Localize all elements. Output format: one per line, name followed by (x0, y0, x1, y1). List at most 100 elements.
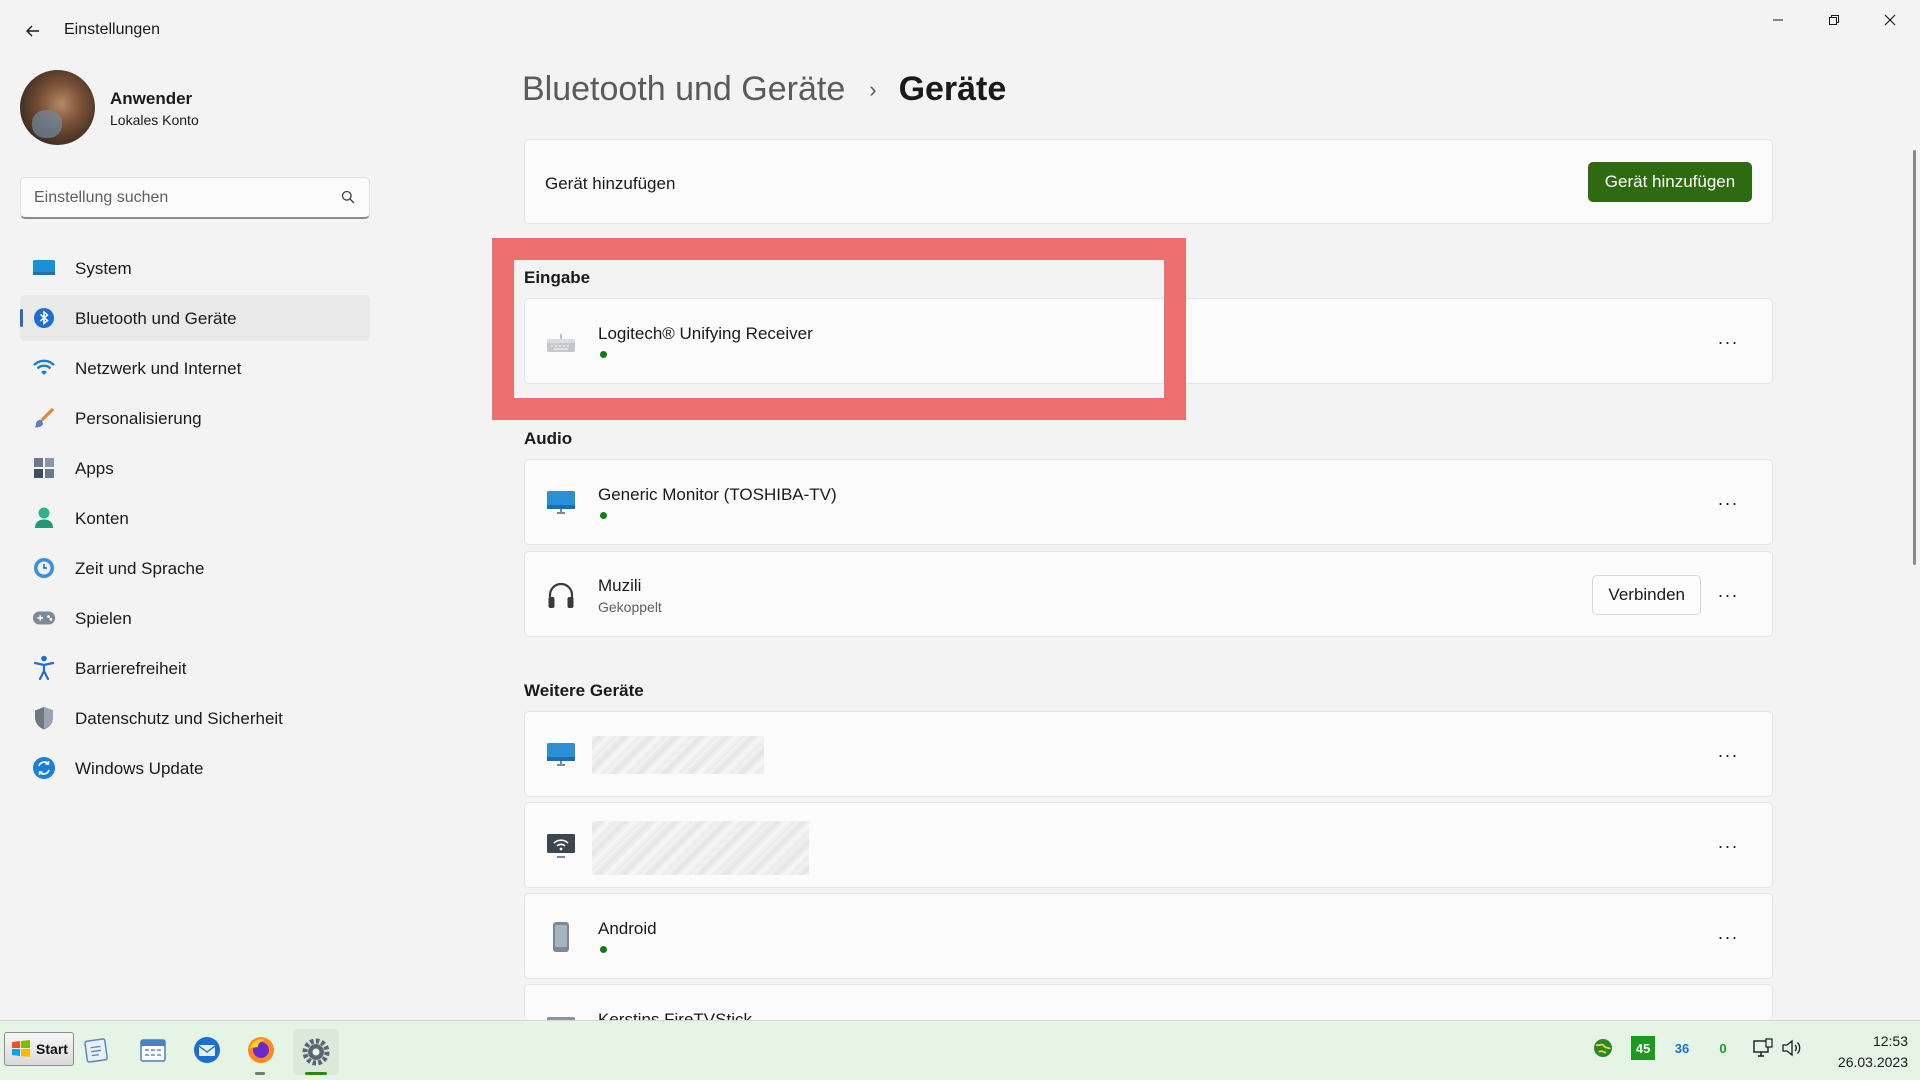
sidebar-item-system[interactable]: System (20, 245, 370, 291)
device-name: Generic Monitor (TOSHIBA-TV) (598, 485, 837, 504)
device-row[interactable]: Android ··· (524, 893, 1773, 979)
tray-counter-b[interactable]: 36 (1670, 1036, 1694, 1060)
more-options-button[interactable]: ··· (1712, 921, 1744, 953)
network-globe-icon[interactable] (1588, 1036, 1618, 1060)
update-icon (32, 756, 56, 780)
close-button[interactable] (1862, 0, 1918, 40)
breadcrumb-parent[interactable]: Bluetooth und Geräte (522, 70, 845, 109)
device-row[interactable]: Logitech® Unifying Receiver ··· (524, 298, 1773, 384)
device-name: Logitech® Unifying Receiver (598, 324, 813, 343)
monitor-icon (545, 739, 577, 771)
sidebar-item-apps[interactable]: Apps (20, 445, 370, 491)
monitor-icon (545, 487, 577, 519)
user-name: Anwender (110, 89, 193, 108)
redacted-device-name (592, 821, 809, 875)
sidebar-item-label: System (75, 259, 132, 278)
title-bar: Einstellungen (0, 0, 1920, 60)
sidebar-item-label: Konten (75, 509, 129, 528)
clock-globe-icon (32, 556, 56, 580)
device-status: Gekoppelt (598, 599, 662, 615)
device-row[interactable]: ··· (524, 802, 1773, 888)
tv-icon (545, 1012, 577, 1020)
sidebar-item-time-language[interactable]: Zeit und Sprache (20, 545, 370, 591)
more-options-button[interactable]: ··· (1712, 487, 1744, 519)
running-indicator (255, 1072, 265, 1075)
add-device-button[interactable]: Gerät hinzufügen (1588, 162, 1752, 202)
section-title-input: Eingabe (524, 268, 591, 287)
settings-icon[interactable] (293, 1029, 339, 1075)
device-name: Android (598, 919, 657, 938)
phone-icon (545, 921, 577, 953)
avatar[interactable] (20, 70, 95, 145)
gamepad-icon (32, 606, 56, 630)
device-row[interactable]: ··· (524, 711, 1773, 797)
breadcrumb-separator: › (869, 76, 877, 102)
bluetooth-icon (32, 306, 56, 330)
network-monitor-icon[interactable] (1750, 1036, 1776, 1060)
breadcrumb: Bluetooth und Geräte › Geräte (522, 70, 1006, 109)
arrow-left-icon (26, 25, 39, 37)
headphones-icon (545, 579, 577, 611)
device-name: Kerstins FireTVStick (598, 1010, 752, 1020)
sidebar-item-label: Barrierefreiheit (75, 659, 187, 678)
more-options-button[interactable]: ··· (1712, 830, 1744, 862)
search-icon[interactable] (341, 190, 355, 209)
connected-status-dot (600, 512, 607, 519)
more-options-button[interactable]: ··· (1712, 326, 1744, 358)
app-title: Einstellungen (64, 21, 161, 38)
connect-button[interactable]: Verbinden (1592, 575, 1701, 615)
sidebar-item-bluetooth[interactable]: Bluetooth und Geräte (20, 295, 370, 341)
search-input[interactable] (34, 186, 324, 210)
windows-logo-icon (12, 1040, 31, 1057)
tray-counter-a[interactable]: 45 (1631, 1036, 1655, 1060)
sidebar-item-label: Personalisierung (75, 409, 202, 428)
brush-icon (32, 406, 56, 430)
page-title: Geräte (898, 70, 1007, 108)
volume-icon[interactable] (1779, 1036, 1805, 1060)
tray-counter-c[interactable]: 0 (1711, 1036, 1735, 1060)
calendar-icon[interactable] (136, 1033, 170, 1067)
sidebar-item-personalization[interactable]: Personalisierung (20, 395, 370, 441)
restore-icon (1829, 15, 1839, 25)
minimize-button[interactable] (1750, 0, 1806, 40)
account-type: Lokales Konto (110, 112, 199, 128)
restore-button[interactable] (1806, 0, 1862, 40)
active-indicator (305, 1072, 327, 1075)
section-title-audio: Audio (524, 429, 573, 448)
shield-icon (32, 706, 56, 730)
taskbar: Start 45 36 0 12:53 26.03.2023 (0, 1020, 1920, 1080)
device-row[interactable]: Generic Monitor (TOSHIBA-TV) ··· (524, 459, 1773, 545)
wifi-icon (32, 356, 56, 380)
sidebar-item-privacy-security[interactable]: Datenschutz und Sicherheit (20, 695, 370, 741)
close-icon (1884, 14, 1896, 26)
sidebar-item-accessibility[interactable]: Barrierefreiheit (20, 645, 370, 691)
start-button[interactable]: Start (4, 1032, 74, 1066)
firefox-icon[interactable] (244, 1033, 278, 1067)
sidebar-item-network[interactable]: Netzwerk und Internet (20, 345, 370, 391)
sidebar-item-label: Spielen (75, 609, 132, 628)
redacted-device-name (592, 736, 764, 774)
back-button[interactable] (16, 14, 50, 48)
device-name: Muzili (598, 576, 642, 595)
settings-search-box (20, 177, 370, 219)
device-row[interactable]: Kerstins FireTVStick (524, 984, 1773, 1020)
sidebar-item-gaming[interactable]: Spielen (20, 595, 370, 641)
minimize-icon (1773, 19, 1783, 21)
connected-status-dot (600, 351, 607, 358)
more-options-button[interactable]: ··· (1712, 739, 1744, 771)
device-row[interactable]: Muzili Gekoppelt Verbinden ··· (524, 551, 1773, 637)
keyboard-icon (545, 326, 577, 358)
sidebar-item-label: Zeit und Sprache (75, 559, 205, 578)
add-device-card: Gerät hinzufügen Gerät hinzufügen (524, 139, 1773, 224)
more-options-button[interactable]: ··· (1712, 579, 1744, 611)
clock-time[interactable]: 12:53 (1858, 1033, 1908, 1049)
sidebar-item-windows-update[interactable]: Windows Update (20, 745, 370, 791)
scrollbar[interactable] (1913, 150, 1916, 565)
thunderbird-icon[interactable] (190, 1033, 224, 1067)
sidebar-item-label: Windows Update (75, 759, 204, 778)
notepad-icon[interactable] (80, 1033, 114, 1067)
start-label: Start (36, 1041, 68, 1057)
sidebar-item-accounts[interactable]: Konten (20, 495, 370, 541)
clock-date[interactable]: 26.03.2023 (1822, 1054, 1908, 1070)
sidebar-item-label: Bluetooth und Geräte (75, 309, 237, 328)
